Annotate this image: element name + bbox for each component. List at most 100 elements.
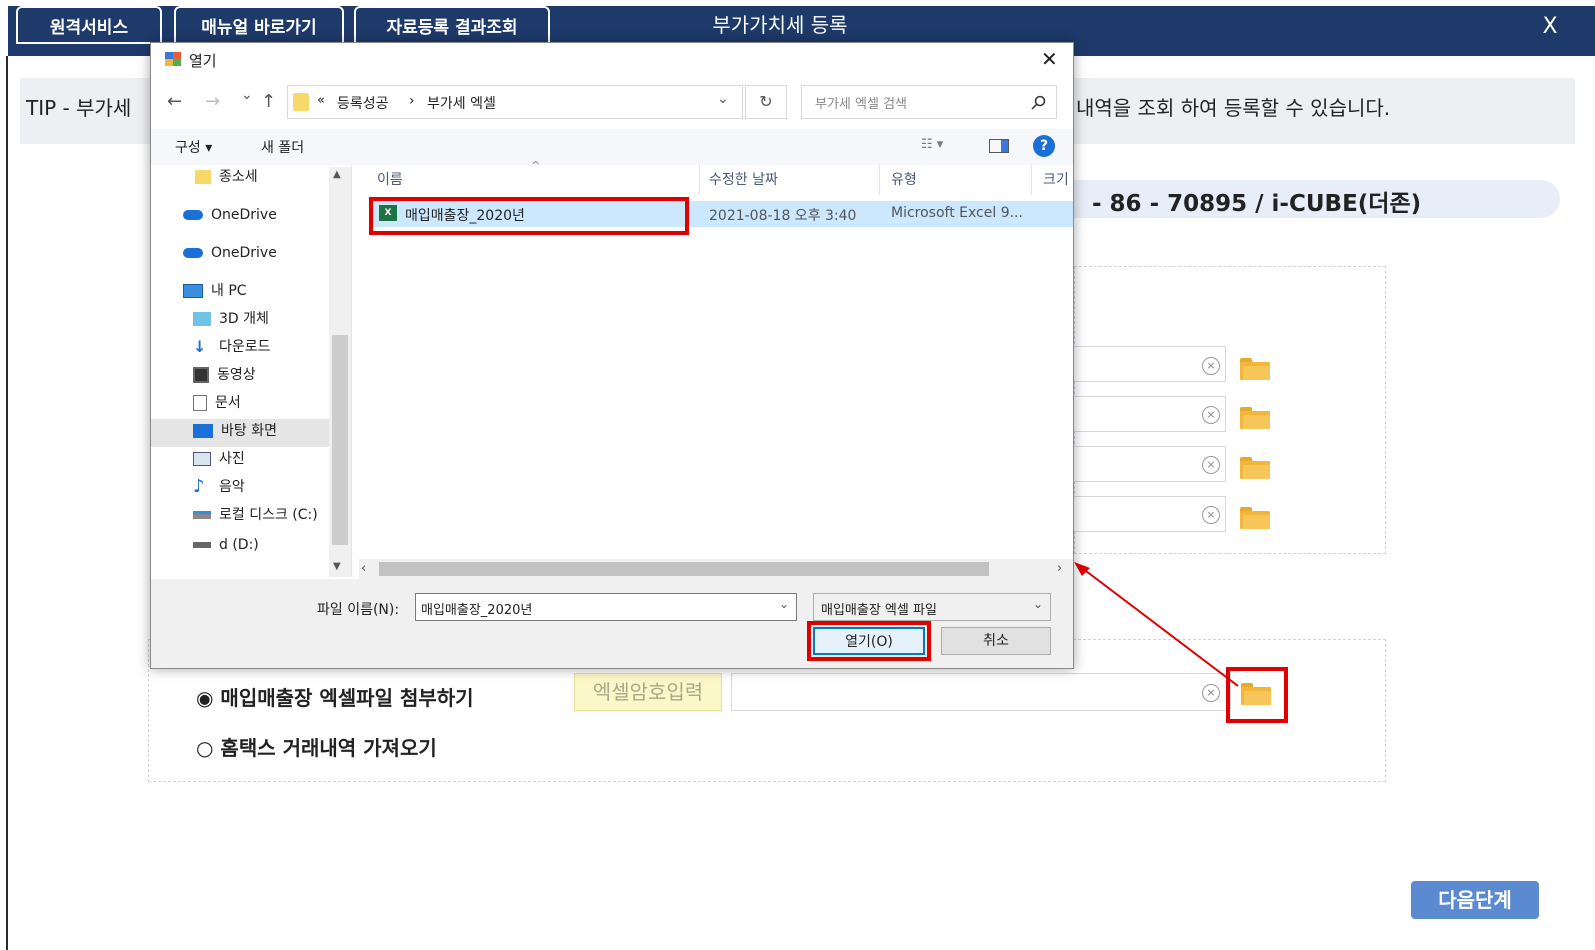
dialog-title: 열기 <box>189 52 217 70</box>
highlight-box-file <box>369 197 689 235</box>
nav-item-onedrive[interactable]: OneDrive <box>183 241 277 265</box>
computer-icon <box>183 284 203 298</box>
manual-link-button[interactable]: 매뉴얼 바로가기 <box>174 6 344 44</box>
organize-menu[interactable]: 구성 ▾ <box>175 137 212 157</box>
drive-icon <box>193 542 211 548</box>
column-header-modified[interactable]: 수정한 날짜 <box>709 169 778 189</box>
refresh-button[interactable]: ↻ <box>745 85 787 119</box>
nav-item-pictures[interactable]: 사진 <box>193 447 245 471</box>
folder-small-icon <box>195 170 211 184</box>
scroll-left-icon[interactable]: ‹ <box>361 561 366 576</box>
nav-item-music[interactable]: ♪ 음악 <box>193 475 245 499</box>
file-type: Microsoft Excel 9... <box>891 205 1023 221</box>
drive-icon <box>193 511 211 519</box>
cloud-icon <box>183 210 203 220</box>
music-note-icon: ♪ <box>193 476 205 497</box>
search-icon[interactable] <box>1031 95 1047 111</box>
hometax-import-radio[interactable]: ○ 홈택스 거래내역 가져오기 <box>196 732 437 761</box>
document-icon <box>193 395 207 411</box>
download-arrow-icon: ↓ <box>193 337 207 356</box>
folder-icon[interactable] <box>1240 507 1270 529</box>
nav-item-label: 3D 개체 <box>219 311 269 327</box>
column-header-type[interactable]: 유형 <box>891 169 917 189</box>
breadcrumb-item[interactable]: 등록성공 <box>337 93 389 113</box>
nav-item-local-disk-c[interactable]: 로컬 디스크 (C:) <box>193 503 318 527</box>
nav-item-3d-objects[interactable]: 3D 개체 <box>193 307 269 331</box>
pane-divider <box>351 165 352 577</box>
nav-item-my-pc[interactable]: 내 PC <box>183 279 247 303</box>
nav-item-jongsose[interactable]: 종소세 <box>195 165 258 189</box>
up-arrow-icon[interactable]: ↑ <box>261 91 276 112</box>
dialog-app-icon <box>165 52 181 66</box>
cancel-button[interactable]: 취소 <box>941 627 1051 655</box>
preview-pane-icon[interactable] <box>989 139 1009 153</box>
folder-icon[interactable] <box>1240 457 1270 479</box>
breadcrumb-item[interactable]: 부가세 엑셀 <box>427 93 496 113</box>
tip-text-right: 내역을 조회 하여 등록할 수 있습니다. <box>1076 96 1391 120</box>
tip-text-left: TIP - 부가세 <box>26 96 132 120</box>
clear-icon[interactable]: × <box>1202 506 1220 524</box>
folder-small-icon <box>293 93 309 111</box>
filetype-value: 매입매출장 엑셀 파일 <box>821 603 937 618</box>
nav-item-label: 내 PC <box>211 283 247 299</box>
column-header-size[interactable]: 크기 <box>1043 169 1069 189</box>
recent-dropdown-icon[interactable]: ⌄ <box>241 87 253 103</box>
cube-icon <box>193 312 211 326</box>
filetype-dropdown-icon[interactable]: ⌄ <box>1033 597 1043 611</box>
nav-item-label: 음악 <box>219 479 245 495</box>
nav-item-label: 문서 <box>215 395 241 411</box>
scroll-down-icon[interactable]: ▼ <box>333 561 341 572</box>
scroll-up-icon[interactable]: ▲ <box>333 169 341 180</box>
nav-item-label: 종소세 <box>219 169 258 185</box>
forward-arrow-icon[interactable]: → <box>205 91 220 112</box>
excel-password-label[interactable]: 엑셀암호입력 <box>574 673 722 711</box>
help-icon[interactable]: ? <box>1033 135 1055 157</box>
open-file-dialog: 열기 ✕ ← → ⌄ ↑ « 등록성공 › 부가세 엑셀 ⌄ ↻ 부가세 엑셀 … <box>150 42 1074 669</box>
nav-item-onedrive[interactable]: OneDrive <box>183 203 277 227</box>
nav-item-drive-d[interactable]: d (D:) <box>193 533 259 557</box>
nav-item-videos[interactable]: 동영상 <box>193 363 256 387</box>
close-window-button[interactable]: X <box>1535 10 1565 44</box>
left-border <box>6 56 8 950</box>
desktop-icon <box>193 424 213 438</box>
nav-item-label: OneDrive <box>211 245 277 261</box>
highlight-box-open <box>807 621 931 661</box>
film-icon <box>193 367 209 383</box>
attach-excel-radio[interactable]: ◉ 매입매출장 엑셀파일 첨부하기 <box>196 682 474 711</box>
scroll-right-icon[interactable]: › <box>1057 561 1062 576</box>
new-folder-button[interactable]: 새 폴더 <box>261 137 304 157</box>
column-divider <box>699 165 700 195</box>
business-info-text: - 86 - 70895 / i-CUBE(더존) <box>1092 191 1422 217</box>
clear-icon[interactable]: × <box>1202 357 1220 375</box>
picture-icon <box>193 452 211 466</box>
remote-service-button[interactable]: 원격서비스 <box>16 6 162 44</box>
nav-item-label: d (D:) <box>219 537 259 553</box>
nav-item-label: 사진 <box>219 451 245 467</box>
column-header-name[interactable]: 이름 <box>377 169 403 189</box>
clear-icon[interactable]: × <box>1202 456 1220 474</box>
folder-icon[interactable] <box>1240 358 1270 380</box>
address-dropdown-icon[interactable]: ⌄ <box>717 91 729 107</box>
file-modified: 2021-08-18 오후 3:40 <box>709 208 857 224</box>
cloud-icon <box>183 248 203 258</box>
search-placeholder: 부가세 엑셀 검색 <box>815 97 907 112</box>
dialog-close-button[interactable]: ✕ <box>1041 47 1058 71</box>
view-options-icon[interactable]: ☷ ▾ <box>921 137 943 152</box>
breadcrumb-separator: › <box>409 93 415 109</box>
nav-item-label: OneDrive <box>211 207 277 223</box>
filename-label: 파일 이름(N): <box>317 602 400 618</box>
back-arrow-icon[interactable]: ← <box>167 91 182 112</box>
nav-item-downloads[interactable]: ↓ 다운로드 <box>193 335 271 359</box>
nav-scrollbar-thumb[interactable] <box>332 335 348 545</box>
next-step-button[interactable]: 다음단계 <box>1411 881 1539 919</box>
filename-dropdown-icon[interactable]: ⌄ <box>779 597 789 611</box>
nav-item-documents[interactable]: 문서 <box>193 391 241 415</box>
nav-item-desktop[interactable]: 바탕 화면 <box>193 419 277 443</box>
folder-icon[interactable] <box>1240 407 1270 429</box>
file-list-scrollbar-thumb[interactable] <box>379 562 989 576</box>
nav-item-label: 다운로드 <box>219 339 271 355</box>
clear-icon[interactable]: × <box>1202 406 1220 424</box>
app-window: 원격서비스 매뉴얼 바로가기 자료등록 결과조회 부가가치세 등록 X TIP … <box>0 0 1595 950</box>
page-title: 부가가치세 등록 <box>712 13 848 37</box>
results-lookup-button[interactable]: 자료등록 결과조회 <box>354 6 550 44</box>
